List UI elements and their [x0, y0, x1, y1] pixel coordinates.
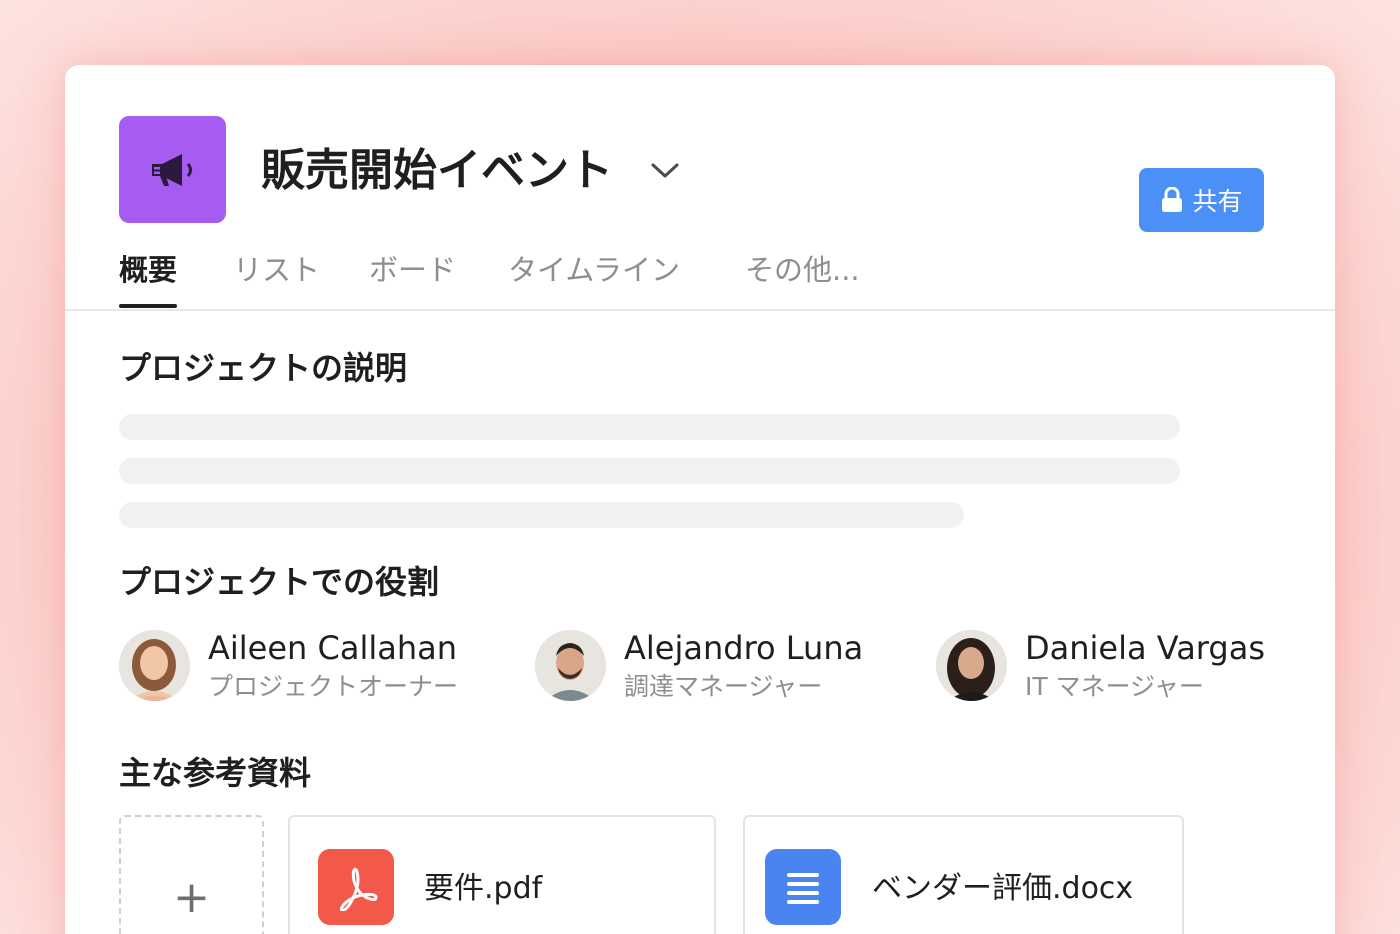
- tab-timeline[interactable]: タイムライン: [508, 250, 680, 308]
- project-title[interactable]: 販売開始イベント: [261, 143, 613, 199]
- member-name: Aileen Callahan: [208, 629, 458, 667]
- document-icon: [765, 849, 841, 925]
- plus-icon: +: [173, 871, 210, 923]
- description-placeholder-line: [119, 414, 1180, 440]
- resource-file-card[interactable]: 要件.pdf: [288, 815, 716, 934]
- member-name: Alejandro Luna: [624, 629, 864, 667]
- avatar: [535, 630, 606, 701]
- avatar: [119, 630, 190, 701]
- tab-divider: [65, 309, 1335, 311]
- lock-icon: [1162, 187, 1183, 212]
- resource-file-card[interactable]: ベンダー評価.docx: [743, 815, 1184, 934]
- description-heading: プロジェクトの説明: [119, 349, 408, 387]
- member-role: IT マネージャー: [1025, 672, 1204, 701]
- description-placeholder-line: [119, 502, 964, 528]
- tab-board[interactable]: ボード: [369, 250, 456, 308]
- resources-heading: 主な参考資料: [119, 754, 312, 792]
- add-resource-button[interactable]: +: [119, 815, 264, 934]
- share-button[interactable]: 共有: [1139, 168, 1264, 232]
- file-name: ベンダー評価.docx: [872, 871, 1134, 906]
- chevron-down-icon[interactable]: [647, 155, 683, 185]
- tab-overview[interactable]: 概要: [119, 250, 178, 308]
- megaphone-icon: [151, 153, 192, 186]
- tab-bar: 概要 リスト ボード タイムライン その他...: [119, 250, 1335, 310]
- project-card: 販売開始イベント 共有 概要 リスト ボード タイムライン その他... プロジ…: [65, 65, 1335, 934]
- tab-more[interactable]: その他...: [745, 250, 860, 308]
- pdf-icon: [318, 849, 394, 925]
- roles-heading: プロジェクトでの役割: [119, 563, 440, 601]
- member-role: 調達マネージャー: [624, 672, 823, 701]
- share-button-label: 共有: [1192, 188, 1243, 216]
- description-placeholder-line: [119, 458, 1180, 484]
- file-name: 要件.pdf: [424, 871, 543, 906]
- tab-list[interactable]: リスト: [233, 250, 320, 308]
- avatar: [936, 630, 1007, 701]
- member-name: Daniela Vargas: [1025, 629, 1265, 667]
- member-role: プロジェクトオーナー: [208, 672, 459, 701]
- project-icon[interactable]: [119, 116, 226, 223]
